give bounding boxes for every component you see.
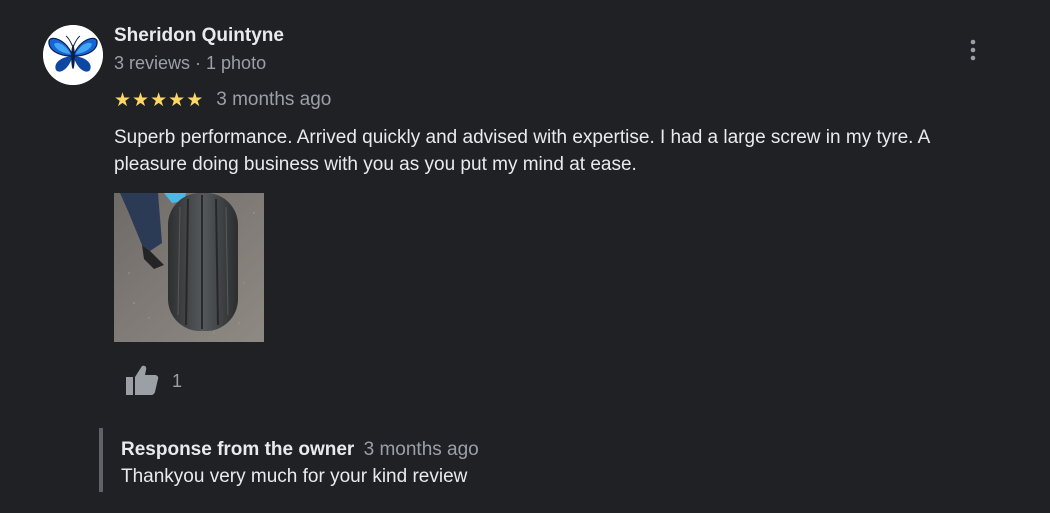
rating-row: ★ ★ ★ ★ ★ 3 months ago	[114, 88, 331, 112]
more-options-button[interactable]	[958, 34, 988, 66]
star-icon: ★	[186, 89, 204, 111]
response-text: Thankyou very much for your kind review	[121, 466, 468, 487]
reviewer-stats: 3 reviews · 1 photo	[114, 53, 267, 73]
tyre-photo	[114, 193, 264, 342]
response-header: Response from the owner 3 months ago	[121, 439, 479, 461]
review-date: 3 months ago	[216, 89, 332, 110]
review-text: Superb performance. Arrived quickly and …	[114, 127, 930, 175]
review-card: Sheridon Quintyne 3 reviews · 1 photo ★ …	[0, 0, 1050, 513]
thumbs-up-icon	[126, 365, 159, 395]
star-rating: ★ ★ ★ ★ ★	[114, 89, 203, 111]
star-icon: ★	[114, 89, 132, 111]
star-icon: ★	[132, 89, 150, 111]
reviewer-name[interactable]: Sheridon Quintyne	[114, 25, 284, 47]
like-button[interactable]: 1	[124, 364, 182, 398]
more-vert-icon	[970, 39, 976, 61]
like-count: 1	[172, 370, 183, 391]
response-date: 3 months ago	[363, 439, 479, 460]
star-icon: ★	[168, 89, 186, 111]
owner-response: Response from the owner 3 months ago Tha…	[99, 428, 803, 492]
reviewer-avatar[interactable]	[43, 25, 103, 85]
response-label: Response from the owner	[121, 439, 355, 460]
butterfly-icon	[43, 25, 103, 85]
review-photo[interactable]	[114, 193, 264, 342]
star-icon: ★	[150, 89, 168, 111]
